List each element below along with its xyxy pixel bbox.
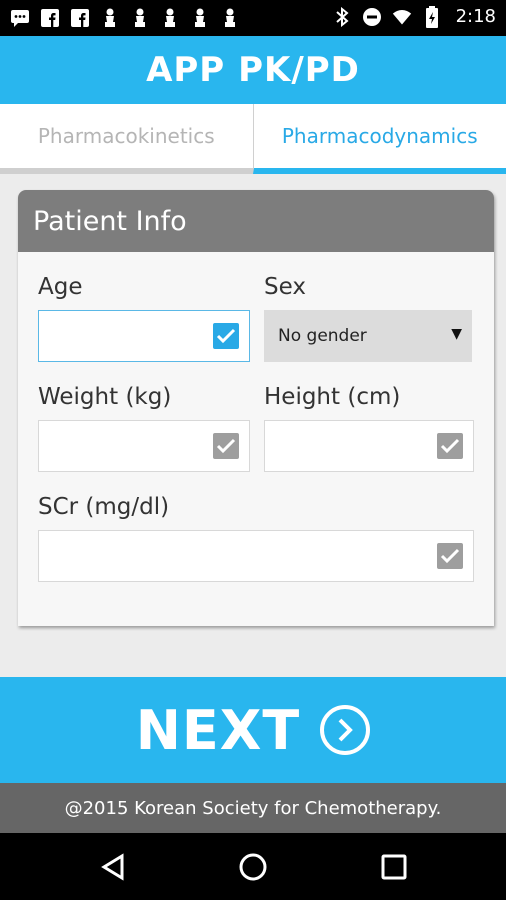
notification-icons bbox=[10, 8, 240, 28]
facebook-icon bbox=[70, 8, 90, 28]
sex-select[interactable]: No gender ▼ bbox=[264, 310, 472, 362]
age-label: Age bbox=[38, 274, 83, 300]
sex-select-value: No gender bbox=[278, 326, 367, 346]
check-icon[interactable] bbox=[213, 323, 239, 349]
card-title: Patient Info bbox=[33, 205, 187, 237]
figure-icon bbox=[190, 8, 210, 28]
status-bar: 2:18 bbox=[0, 0, 506, 36]
age-field[interactable] bbox=[38, 310, 250, 362]
system-icons: 2:18 bbox=[332, 5, 496, 28]
next-label: NEXT bbox=[135, 698, 301, 762]
navigation-bar bbox=[0, 833, 506, 900]
clock: 2:18 bbox=[455, 6, 496, 27]
message-icon bbox=[10, 8, 30, 28]
check-icon[interactable] bbox=[437, 543, 463, 569]
sex-label: Sex bbox=[264, 274, 306, 300]
height-field[interactable] bbox=[264, 420, 474, 472]
chevron-right-icon bbox=[320, 705, 371, 755]
check-icon[interactable] bbox=[213, 433, 239, 459]
figure-icon bbox=[100, 8, 120, 28]
app-title: APP PK/PD bbox=[146, 50, 360, 90]
battery-icon bbox=[422, 5, 442, 28]
do-not-disturb-icon bbox=[362, 7, 382, 27]
app-bar: APP PK/PD bbox=[0, 36, 506, 104]
patient-info-card: Patient Info Age Sex No gender ▼ Weight … bbox=[18, 190, 494, 626]
bluetooth-icon bbox=[332, 6, 352, 27]
weight-field[interactable] bbox=[38, 420, 250, 472]
figure-icon bbox=[130, 8, 150, 28]
tab-pharmacokinetics[interactable]: Pharmacokinetics bbox=[0, 104, 253, 174]
figure-icon bbox=[160, 8, 180, 28]
copyright-text: @2015 Korean Society for Chemotherapy. bbox=[64, 797, 442, 819]
recents-icon[interactable] bbox=[378, 851, 410, 883]
home-icon[interactable] bbox=[237, 851, 269, 883]
wifi-icon bbox=[392, 7, 412, 27]
scr-field[interactable] bbox=[38, 530, 474, 582]
back-icon[interactable] bbox=[97, 851, 129, 883]
figure-icon bbox=[220, 8, 240, 28]
scr-label: SCr (mg/dl) bbox=[38, 494, 170, 520]
facebook-icon bbox=[40, 8, 60, 28]
check-icon[interactable] bbox=[437, 433, 463, 459]
tab-pharmacodynamics[interactable]: Pharmacodynamics bbox=[252, 104, 506, 174]
weight-label: Weight (kg) bbox=[38, 384, 172, 410]
card-header: Patient Info bbox=[18, 190, 494, 252]
next-button[interactable]: NEXT bbox=[0, 677, 506, 783]
dropdown-arrow-icon: ▼ bbox=[451, 326, 462, 342]
tab-bar: Pharmacokinetics Pharmacodynamics bbox=[0, 104, 506, 174]
height-label: Height (cm) bbox=[264, 384, 401, 410]
footer: @2015 Korean Society for Chemotherapy. bbox=[0, 783, 506, 833]
